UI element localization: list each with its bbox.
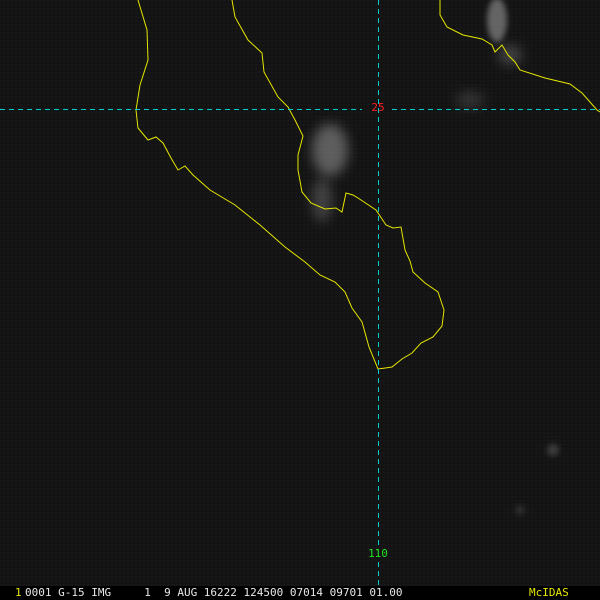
cloud-patch [456,92,484,108]
cloud-patch [547,444,559,456]
image-background [0,0,600,600]
frame-number: 1 [15,586,22,599]
cloud-patch [312,124,348,176]
satellite-image-frame: 25 110 1 0001 G-15 IMG 1 9 AUG 16222 1245… [0,0,600,600]
satellite-image [0,0,600,600]
cloud-patch [515,505,525,515]
image-info-text: 0001 G-15 IMG 1 9 AUG 16222 124500 07014… [25,586,403,599]
cloud-patch [498,45,522,65]
latitude-label: 25 [371,101,385,114]
status-bar: 1 0001 G-15 IMG 1 9 AUG 16222 124500 0701… [0,586,600,600]
longitude-label: 110 [368,547,388,560]
cloud-patch [312,178,332,222]
cloud-patch [487,0,507,42]
mcidas-brand-label: McIDAS [529,586,569,599]
